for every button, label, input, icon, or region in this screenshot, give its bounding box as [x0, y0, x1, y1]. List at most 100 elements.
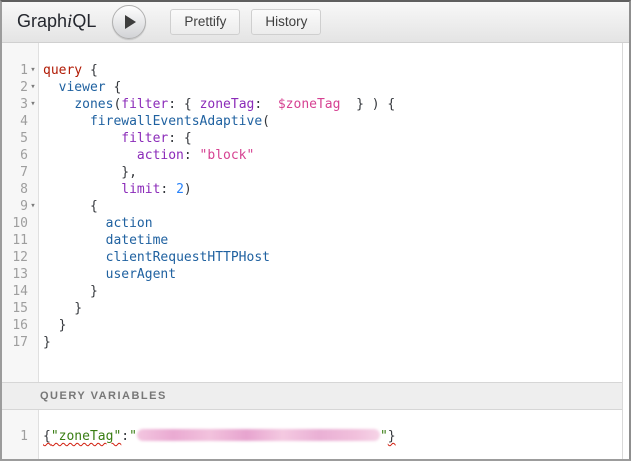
code-token: :: [184, 148, 200, 163]
fold-arrow-icon[interactable]: ▾: [28, 96, 38, 113]
code-token: :: [121, 429, 129, 444]
code-token: ": [129, 429, 137, 444]
line-number: 16: [2, 317, 28, 334]
fold-arrow-icon[interactable]: ▾: [28, 79, 38, 96]
code-token: :: [160, 182, 176, 197]
code-line: }: [43, 317, 622, 334]
graphiql-window: GraphiQL Prettify History 1▾2▾3▾456789▾1…: [0, 0, 631, 461]
code-token: [43, 233, 106, 248]
line-number: 1: [2, 428, 28, 445]
code-token: query: [43, 63, 82, 78]
code-token: action: [137, 148, 184, 163]
query-pane: 1▾2▾3▾456789▾1011121314151617 query { vi…: [2, 43, 622, 459]
code-line: datetime: [43, 232, 622, 249]
logo-text-ql: QL: [72, 11, 96, 31]
line-number: 17: [2, 334, 28, 351]
query-variables-title-bar[interactable]: QUERY VARIABLES: [2, 382, 622, 410]
code-line: query {: [43, 62, 622, 79]
code-token: "zoneTag": [51, 429, 121, 444]
code-token: : {: [168, 97, 199, 112]
graphiql-logo: GraphiQL: [17, 11, 96, 33]
query-editor[interactable]: 1▾2▾3▾456789▾1011121314151617 query { vi…: [2, 43, 622, 382]
code-token: filter: [121, 97, 168, 112]
code-token: "block": [200, 148, 255, 163]
code-token: filter: [121, 131, 168, 146]
code-token: action: [106, 216, 153, 231]
variables-code[interactable]: {"zoneTag":""}: [39, 410, 622, 459]
code-token: clientRequestHTTPHost: [106, 250, 270, 265]
code-token: {: [106, 80, 122, 95]
code-token: {: [43, 199, 98, 214]
code-token: } ) {: [340, 97, 395, 112]
code-token: limit: [121, 182, 160, 197]
code-token: [43, 80, 59, 95]
code-line: }: [43, 283, 622, 300]
line-number: 5: [2, 130, 28, 147]
code-line: filter: {: [43, 130, 622, 147]
line-number: 15: [2, 300, 28, 317]
execute-query-button[interactable]: [112, 5, 146, 39]
code-token: ": [380, 429, 388, 444]
code-token: [43, 216, 106, 231]
query-code[interactable]: query { viewer { zones(filter: { zoneTag…: [39, 43, 622, 382]
code-token: (: [262, 114, 270, 129]
code-token: [43, 267, 106, 282]
code-token: }: [43, 301, 82, 316]
result-pane: [622, 43, 629, 459]
code-token: userAgent: [106, 267, 176, 282]
code-token: }: [43, 284, 98, 299]
code-line: },: [43, 164, 622, 181]
code-line: {: [43, 198, 622, 215]
code-token: : {: [168, 131, 191, 146]
history-button[interactable]: History: [251, 9, 321, 35]
query-gutter: 1▾2▾3▾456789▾1011121314151617: [2, 43, 39, 382]
code-token: $zoneTag: [278, 97, 341, 112]
line-number: 8: [2, 181, 28, 198]
variables-gutter: 1: [2, 410, 39, 459]
line-number: 3: [2, 96, 28, 113]
code-line: {"zoneTag":""}: [43, 428, 622, 445]
code-line: action: "block": [43, 147, 622, 164]
code-token: [43, 250, 106, 265]
query-variables-label: QUERY VARIABLES: [40, 390, 167, 402]
line-number: 9: [2, 198, 28, 215]
code-line: }: [43, 334, 622, 351]
code-line: userAgent: [43, 266, 622, 283]
code-line: limit: 2): [43, 181, 622, 198]
code-token: zones: [74, 97, 113, 112]
line-number: 6: [2, 147, 28, 164]
code-token: zoneTag: [200, 97, 255, 112]
line-number: 2: [2, 79, 28, 96]
code-line: viewer {: [43, 79, 622, 96]
code-token: firewallEventsAdaptive: [90, 114, 262, 129]
code-token: }: [43, 335, 51, 350]
code-line: firewallEventsAdaptive(: [43, 113, 622, 130]
logo-text-graph: Graph: [17, 11, 67, 31]
code-token: {: [82, 63, 98, 78]
code-token: 2: [176, 182, 184, 197]
toolbar: GraphiQL Prettify History: [2, 2, 629, 43]
code-token: },: [43, 165, 137, 180]
line-number: 12: [2, 249, 28, 266]
code-token: ): [184, 182, 192, 197]
line-number: 13: [2, 266, 28, 283]
variables-editor[interactable]: 1 {"zoneTag":""}: [2, 410, 622, 459]
prettify-button[interactable]: Prettify: [170, 9, 240, 35]
line-number: 1: [2, 62, 28, 79]
fold-arrow-icon[interactable]: ▾: [28, 198, 38, 215]
line-number: 14: [2, 283, 28, 300]
code-token: {: [43, 429, 51, 444]
fold-arrow-icon[interactable]: ▾: [28, 62, 38, 79]
code-token: datetime: [106, 233, 169, 248]
code-token: [43, 97, 74, 112]
redacted-value: [137, 429, 380, 441]
code-line: clientRequestHTTPHost: [43, 249, 622, 266]
line-number: 4: [2, 113, 28, 130]
code-line: zones(filter: { zoneTag: $zoneTag } ) {: [43, 96, 622, 113]
code-token: :: [254, 97, 277, 112]
code-token: viewer: [59, 80, 106, 95]
code-line: action: [43, 215, 622, 232]
line-number: 7: [2, 164, 28, 181]
line-number: 10: [2, 215, 28, 232]
editor-area: 1▾2▾3▾456789▾1011121314151617 query { vi…: [2, 43, 629, 459]
